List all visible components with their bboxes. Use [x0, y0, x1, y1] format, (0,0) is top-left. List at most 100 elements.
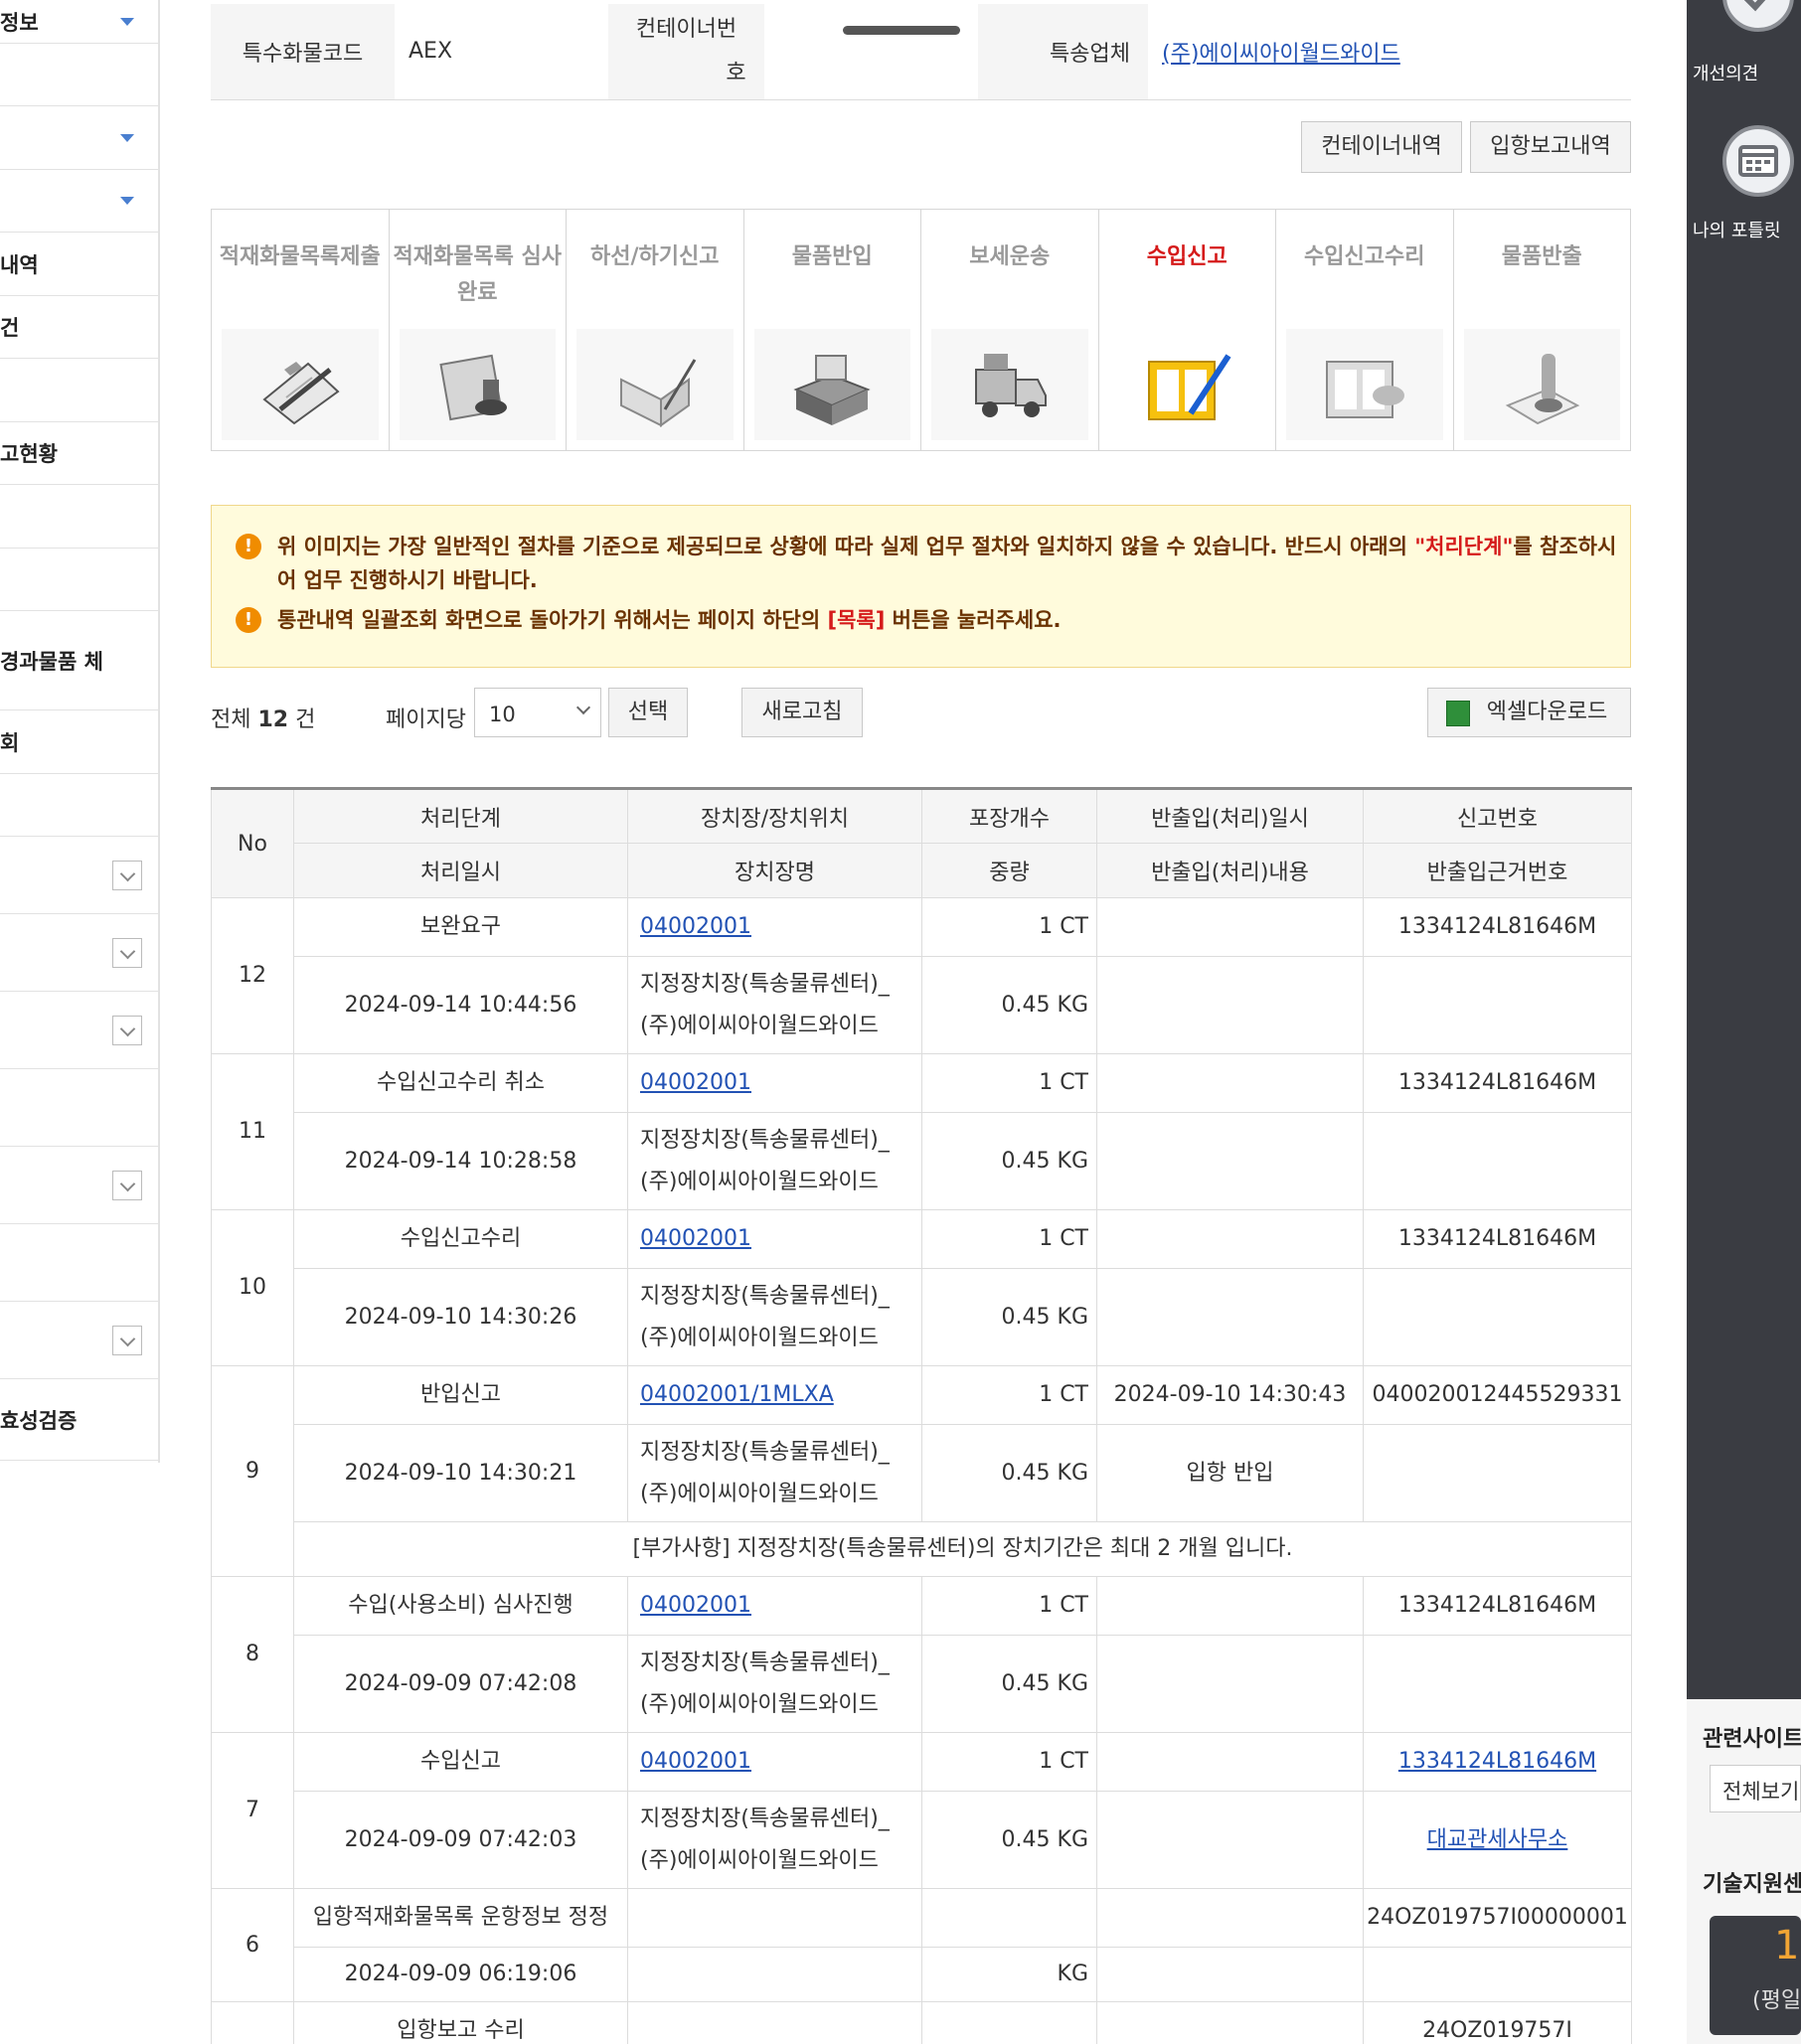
cell-step-date: 2024-09-09 07:42:08 [293, 1635, 628, 1733]
cell-location [627, 2001, 922, 2044]
sidebar-item[interactable] [0, 914, 158, 992]
cell-location-link[interactable]: 04002001/1MLXA [640, 1382, 834, 1407]
step-manifest-submit: 적재화물목록제출 [212, 210, 390, 450]
caret-down-icon[interactable] [120, 17, 134, 26]
sidebar-item[interactable] [0, 1224, 158, 1302]
cell-location-name: 지정장치장(특송물류센터)_ (주)에이씨아이월드와이드 [627, 1791, 922, 1889]
sidebar-item[interactable] [0, 359, 158, 422]
cell-io-content: 입항 반입 [1096, 1424, 1364, 1522]
select-button[interactable]: 선택 [608, 688, 688, 737]
sidebar-item[interactable] [0, 1302, 158, 1379]
cell-package: 1 CT [921, 1209, 1097, 1269]
sidebar-item[interactable]: 건 [0, 296, 158, 359]
expand-toggle-icon[interactable] [112, 1170, 142, 1200]
sidebar-item[interactable] [0, 1069, 158, 1147]
cell-decl-no-link[interactable]: 1334124L81646M [1398, 1749, 1596, 1774]
cell-decl-no: 040020012445529331 [1363, 1365, 1632, 1425]
location-name-line2: (주)에이씨아이월드와이드 [640, 1325, 879, 1350]
related-sites-select[interactable]: 전체보기 [1710, 1765, 1801, 1812]
excel-icon [1446, 701, 1470, 726]
sidebar-item[interactable]: 효성검증 [0, 1379, 158, 1461]
cell-weight: KG [921, 1947, 1097, 2002]
expand-toggle-icon[interactable] [112, 860, 142, 890]
container-no-redacted [843, 26, 960, 35]
special-code-value: AEX [395, 4, 608, 100]
cell-package: 1 CT [921, 1576, 1097, 1636]
cell-step-date: 2024-09-10 14:30:21 [293, 1424, 628, 1522]
cell-location-link[interactable]: 04002001 [640, 914, 751, 939]
table-row: 2024-09-10 14:30:21 지정장치장(특송물류센터)_ (주)에이씨아… [212, 1424, 1632, 1522]
sidebar-item[interactable] [0, 837, 158, 914]
caret-down-icon[interactable] [120, 197, 134, 205]
courier-link[interactable]: (주)에이씨아이월드와이드 [1162, 42, 1400, 67]
cell-step-date: 2024-09-09 07:42:03 [293, 1791, 628, 1889]
location-name-line2: (주)에이씨아이월드와이드 [640, 1481, 879, 1506]
cell-location-link[interactable]: 04002001 [640, 1749, 751, 1774]
sidebar-item[interactable] [0, 485, 158, 549]
sidebar-item[interactable]: 회 [0, 710, 158, 774]
sidebar-item[interactable]: 내역 [0, 233, 158, 296]
table-row: 2024-09-09 06:19:06 KG [212, 1947, 1632, 2002]
expand-toggle-icon[interactable] [112, 937, 142, 968]
col-step: 처리단계 [293, 788, 628, 844]
sidebar-item-label: 회 [0, 730, 20, 755]
sidebar-item[interactable] [0, 992, 158, 1069]
improve-feedback-label[interactable]: 개선의견 [1693, 60, 1758, 85]
sidebar-item[interactable] [0, 44, 158, 106]
expand-toggle-icon[interactable] [112, 1325, 142, 1355]
sidebar-item[interactable]: 정보 [0, 0, 158, 44]
sidebar-item[interactable] [0, 106, 158, 170]
my-portlet-label[interactable]: 나의 포틀릿 [1693, 217, 1781, 242]
cell-location: 04002001/1MLXA [627, 1365, 922, 1425]
document-hand-icon [1286, 329, 1443, 440]
step-label: 물품반입 [791, 244, 873, 269]
cell-location: 04002001 [627, 1209, 922, 1269]
refresh-button[interactable]: 새로고침 [741, 688, 863, 737]
sidebar-item[interactable] [0, 170, 158, 233]
cell-location-name: 지정장치장(특송물류센터)_ (주)에이씨아이월드와이드 [627, 956, 922, 1054]
sidebar-item-label: 건 [0, 316, 20, 340]
cell-step: 수입신고수리 취소 [293, 1053, 628, 1113]
table-row: 12 보완요구 04002001 1 CT 1334124L81646M [211, 897, 1632, 1054]
sidebar-item[interactable] [0, 549, 158, 611]
arrival-report-button[interactable]: 입항보고내역 [1470, 121, 1631, 173]
sidebar-item[interactable] [0, 774, 158, 837]
improve-feedback-icon[interactable] [1722, 0, 1794, 32]
cell-decl-no: 1334124L81646M [1363, 1053, 1632, 1113]
caret-down-icon[interactable] [120, 133, 134, 142]
cell-io-basis [1363, 1268, 1632, 1366]
cell-io-basis-link[interactable]: 대교관세사무소 [1427, 1827, 1568, 1852]
cell-location-link[interactable]: 04002001 [640, 1226, 751, 1251]
boxes-icon [753, 329, 910, 440]
sidebar-item[interactable]: 경과물품 체 [0, 611, 158, 710]
container-history-button[interactable]: 컨테이너내역 [1301, 121, 1462, 173]
excel-download-button[interactable]: 엑셀다운로드 [1427, 688, 1631, 737]
cell-location-link[interactable]: 04002001 [640, 1070, 751, 1095]
cell-step-date: 2024-09-10 14:30:26 [293, 1268, 628, 1366]
cell-step: 반입신고 [293, 1365, 628, 1425]
expand-toggle-icon[interactable] [112, 1015, 142, 1045]
cell-io-date [1096, 1576, 1364, 1636]
stamp-icon [399, 329, 556, 440]
col-io-content: 반출입(처리)내용 [1096, 843, 1364, 898]
sidebar-item[interactable]: 고현황 [0, 422, 158, 485]
my-portlet-icon[interactable] [1722, 125, 1794, 197]
chevron-down-icon [575, 700, 591, 715]
per-page-select[interactable]: 10 [474, 688, 601, 737]
cell-io-date [1096, 1732, 1364, 1792]
cell-weight: 0.45 KG [921, 1112, 1097, 1210]
cell-io-date [1096, 1053, 1364, 1113]
col-io-date: 반출입(처리)일시 [1096, 788, 1364, 844]
cell-io-date [1096, 2001, 1364, 2044]
cell-weight: 0.45 KG [921, 1424, 1097, 1522]
sidebar-item[interactable] [0, 1147, 158, 1224]
step-label: 물품반출 [1501, 244, 1582, 269]
cell-location-name: 지정장치장(특송물류센터)_ (주)에이씨아이월드와이드 [627, 1112, 922, 1210]
notice-line-1-text: 위 이미지는 가장 일반적인 절차를 기준으로 제공되므로 상황에 따라 실제 … [277, 535, 1617, 592]
cell-location-link[interactable]: 04002001 [640, 1593, 751, 1618]
cell-no: 8 [211, 1576, 294, 1733]
cell-step-date: 2024-09-09 06:19:06 [293, 1947, 628, 2002]
cell-io-basis [1363, 956, 1632, 1054]
special-code-label: 특수화물코드 [211, 4, 395, 100]
tech-support-hours: (평일 [1752, 1988, 1801, 2013]
